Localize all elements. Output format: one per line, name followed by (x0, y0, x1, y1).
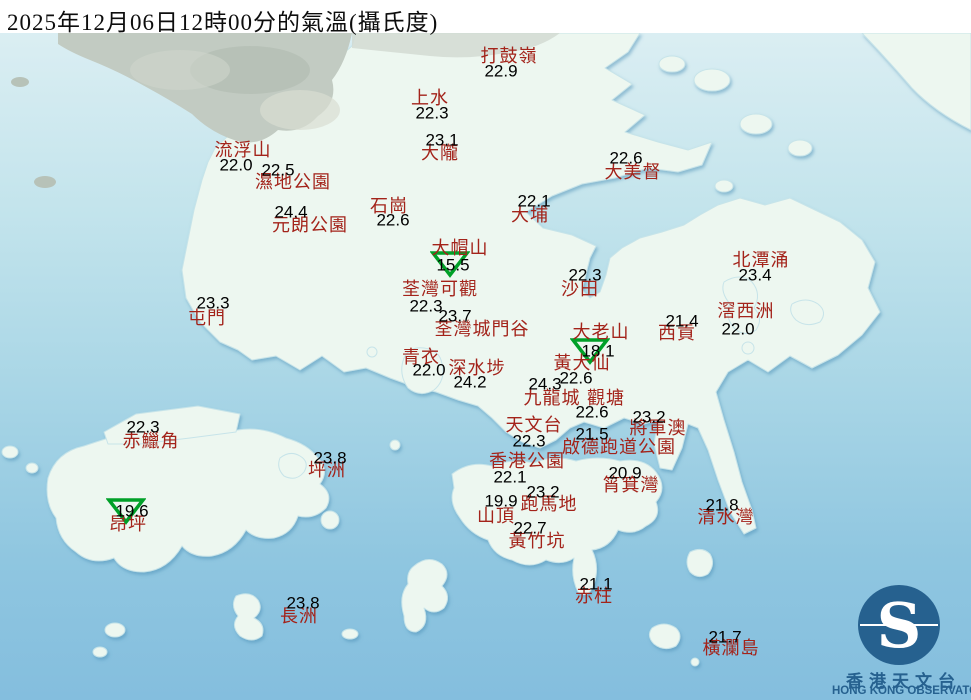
station-temp: 22.3 (126, 419, 159, 436)
hko-logo-emblem: S (836, 582, 971, 666)
station-temp: 22.5 (261, 162, 294, 179)
station-temp: 22.6 (376, 212, 409, 229)
station-temp: 23.4 (738, 267, 771, 284)
station-temp: 22.3 (568, 267, 601, 284)
title-bar: 2025年12月06日12時00分的氣溫(攝氏度) (0, 0, 971, 33)
station-temp: 23.7 (438, 308, 471, 325)
station-temp: 22.6 (559, 370, 592, 387)
station-temp: 24.2 (453, 374, 486, 391)
station-temp: 23.1 (425, 132, 458, 149)
logo-s-glyph: S (877, 589, 922, 662)
hko-logo-name-en: HONG KONG OBSERVATORY (832, 685, 971, 697)
hko-logo: S 香港天文台 HONG KONG OBSERVATORY (836, 582, 971, 700)
station-temp: 24.4 (274, 204, 307, 221)
station-temp: 23.2 (526, 484, 559, 501)
station-temp: 22.0 (219, 157, 252, 174)
station-temp: 23.8 (286, 595, 319, 612)
station-label: 大帽山 (432, 239, 489, 257)
station-temp: 22.1 (493, 469, 526, 486)
station-temp: 19.9 (484, 493, 517, 510)
station-temp: 21.8 (705, 497, 738, 514)
station-temp: 22.9 (484, 63, 517, 80)
station-temp: 21.4 (665, 313, 698, 330)
station-temp: 23.3 (196, 295, 229, 312)
station-temp: 22.0 (721, 321, 754, 338)
station-temp: 22.1 (517, 193, 550, 210)
station-temp: 22.6 (609, 150, 642, 167)
station-temp: 22.3 (415, 105, 448, 122)
station-temp: 22.7 (513, 520, 546, 537)
station-label: 滘西洲 (718, 302, 775, 320)
stations-layer: 打鼓嶺22.9上水22.3大隴23.1流浮山22.0濕地公園22.5大美督22.… (0, 0, 971, 700)
hko-temperature-map-screen: 打鼓嶺22.9上水22.3大隴23.1流浮山22.0濕地公園22.5大美督22.… (0, 0, 971, 700)
station-temp: 23.8 (313, 450, 346, 467)
station-temp: 15.5 (436, 257, 469, 274)
station-temp: 22.3 (512, 433, 545, 450)
station-temp: 21.1 (579, 576, 612, 593)
station-label: 荃灣可觀 (402, 280, 478, 298)
station-temp: 22.0 (412, 362, 445, 379)
station-temp: 23.2 (632, 409, 665, 426)
page-title: 2025年12月06日12時00分的氣溫(攝氏度) (7, 3, 438, 37)
station-temp: 20.9 (608, 465, 641, 482)
station-temp: 21.5 (575, 426, 608, 443)
station-temp: 19.6 (115, 503, 148, 520)
station-label: 大老山 (573, 323, 630, 341)
station-temp: 24.3 (528, 376, 561, 393)
station-temp: 21.7 (708, 629, 741, 646)
station-temp: 22.6 (575, 404, 608, 421)
